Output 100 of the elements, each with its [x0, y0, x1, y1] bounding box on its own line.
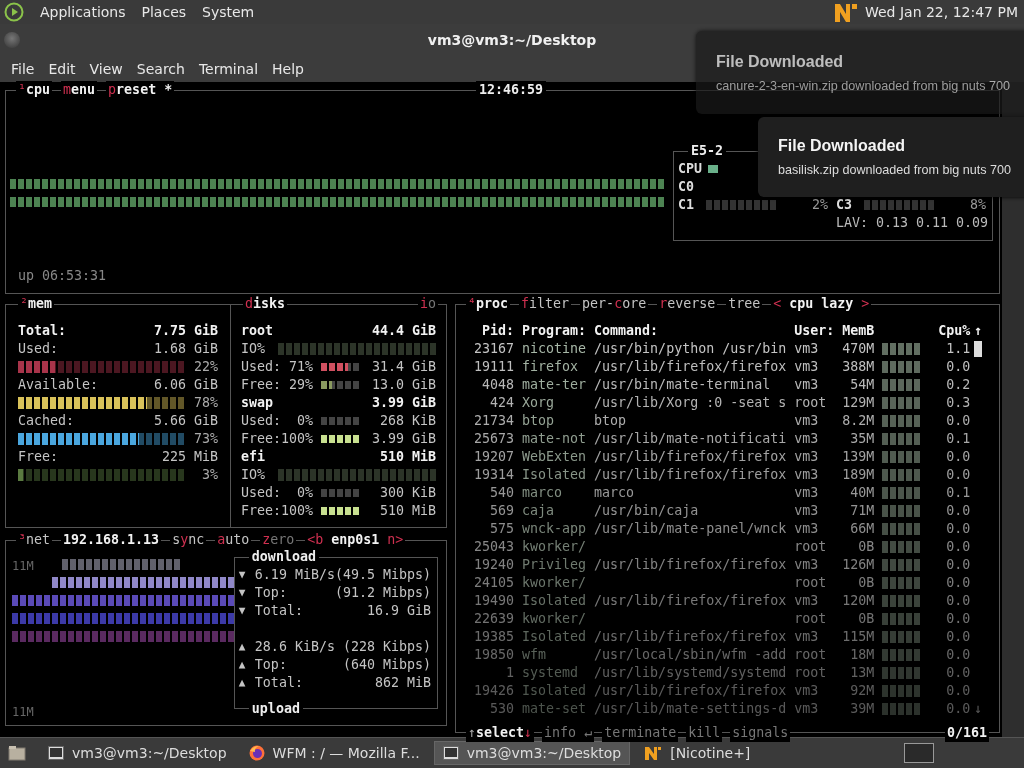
memory-cell-text: 470M [841, 340, 875, 358]
user-cell-text: vm3 [794, 502, 820, 520]
cpu-cell-text: 0.0 [945, 358, 971, 376]
command-cell: /usr/lib/firefox/firefox [594, 593, 787, 608]
disk-usage-label: Used: [241, 484, 281, 502]
cpu-cell-text: 0.0 [945, 646, 971, 664]
program-cell-text: btop [522, 412, 556, 430]
cpu-cell-text: 0.0 [945, 448, 971, 466]
program-cell-text: mate-not [522, 430, 588, 448]
core-percent: 8% [970, 196, 987, 214]
process-action[interactable]: info ↵ [542, 724, 595, 742]
cpu-cell-text: 0.0 [945, 610, 971, 628]
user-cell-text: root [794, 574, 828, 592]
upload-label: Total: [254, 674, 304, 692]
upload-value: (640 Mibps) [342, 656, 431, 674]
box-tab[interactable]: p reset * [106, 81, 175, 99]
command-cell: /usr/lib/mate-panel/wnck [594, 521, 787, 536]
command-cell: /usr/lib/firefox/firefox [594, 683, 787, 698]
cpu-cell-text: 0.3 [945, 394, 971, 412]
user-cell-text: vm3 [794, 412, 820, 430]
taskbar-button[interactable]: vm3@vm3:~/Desktop [40, 741, 235, 765]
column-header[interactable]: Cpu% [930, 322, 971, 340]
memory-cell-text: 189M [841, 466, 875, 484]
menu-item[interactable]: View [82, 61, 130, 77]
program-cell-text: WebExten [522, 448, 588, 466]
scroll-up-arrow[interactable]: ↑ [970, 322, 987, 340]
menu-item[interactable]: Search [129, 61, 192, 77]
upload-label: 28.6 KiB/s [254, 638, 336, 656]
memory-cell-text: 0B [857, 610, 875, 628]
user-cell-text: vm3 [794, 682, 820, 700]
notification-text: basilisk.zip downloaded from big nuts 700 [778, 163, 1013, 177]
box-tab[interactable]: ⁴ proc [466, 295, 511, 313]
memory-value: 5.66 GiB [153, 412, 218, 430]
user-cell-text: vm3 [794, 466, 820, 484]
box-tab[interactable]: < cpu lazy > [771, 295, 872, 313]
disk-size: 44.4 GiB [371, 322, 436, 340]
select-control[interactable]: ↑select↓ [466, 724, 535, 742]
process-cpu-graph [882, 343, 923, 355]
taskbar-button[interactable]: WFM : / — Mozilla F... [240, 741, 428, 765]
panel-menu[interactable]: Applications [32, 4, 134, 20]
disk-usage-label: Free: [241, 430, 281, 448]
core-percent: 2% [812, 196, 829, 214]
cpu-cell-text: 0.1 [945, 430, 971, 448]
menu-item[interactable]: Help [265, 61, 311, 77]
column-header[interactable]: User: [794, 322, 835, 340]
core-usage-bar [864, 200, 936, 210]
pid-cell-text: 21734 [473, 412, 515, 430]
process-action[interactable]: signals [730, 724, 791, 742]
user-cell-text: vm3 [794, 520, 820, 538]
panel-menu[interactable]: System [194, 4, 263, 20]
memory-value: 1.68 GiB [153, 340, 218, 358]
panel-menu[interactable]: Places [133, 4, 195, 20]
column-header[interactable]: Command: [594, 322, 795, 340]
process-cpu-graph [882, 631, 923, 643]
program-cell-text: mate-set [522, 700, 588, 718]
upload-arrow: ▲ [238, 639, 247, 655]
command-cell: /usr/lib/mate-notificati [594, 431, 787, 446]
disk-usage-label: Used: [241, 358, 281, 376]
process-action[interactable]: kill [686, 724, 723, 742]
column-header[interactable]: Program: [522, 322, 595, 340]
menu-item[interactable]: File [4, 61, 42, 77]
cpu-cell-text: 0.0 [945, 538, 971, 556]
core-label: C0 [678, 178, 695, 196]
taskbar-button[interactable]: vm3@vm3:~/Desktop [433, 741, 631, 765]
memory-cell-text: 71M [849, 502, 875, 520]
memory-label: Free: [18, 448, 59, 466]
command-cell: /usr/lib/firefox/firefox [594, 359, 787, 374]
memory-cell-text: 92M [849, 682, 875, 700]
box-tab[interactable]: <b enp0s1 n> [305, 531, 406, 549]
column-header[interactable]: MemB [834, 322, 875, 340]
user-cell-text: vm3 [794, 484, 820, 502]
load-average: LAV: 0.13 0.11 0.09 [835, 214, 988, 232]
command-cell: /usr/lib/systemd/systemd [594, 665, 787, 680]
memory-percent: 3% [202, 466, 218, 484]
disk-usage-value: 13.0 GiB [371, 376, 436, 394]
cpu-cell-text: 1.1 [945, 340, 971, 358]
pid-cell-text: 19240 [473, 556, 515, 574]
process-cpu-graph [882, 451, 923, 463]
user-cell-text: vm3 [794, 628, 820, 646]
distro-logo-icon[interactable] [4, 2, 24, 22]
panel-clock[interactable]: Wed Jan 22, 12:47 PM [864, 4, 1024, 20]
column-header[interactable]: Pid: [466, 322, 515, 340]
taskbar-button[interactable]: [Nicotine+] [636, 741, 759, 765]
notification-card[interactable]: File Downloaded canure-2-3-en-win.zip downloaded from big nuts 700 [696, 31, 1024, 114]
process-action[interactable]: terminate [602, 724, 679, 742]
notification-card[interactable]: File Downloaded basilisk.zip downloaded from big nuts 700 [758, 117, 1024, 197]
program-cell-text: Xorg [522, 394, 556, 412]
disk-usage-value: 510 MiB [379, 502, 436, 520]
user-cell-text: vm3 [794, 430, 820, 448]
menu-item[interactable]: Edit [41, 61, 83, 77]
pid-cell-text: 19385 [473, 628, 515, 646]
menu-item[interactable]: Terminal [191, 61, 266, 77]
box-tab[interactable]: ¹ cpu [16, 81, 53, 99]
scrollbar-thumb[interactable] [974, 341, 983, 357]
user-cell-text: vm3 [794, 376, 820, 394]
program-cell-text: wfm [522, 646, 548, 664]
core-label: CPU [678, 160, 702, 178]
program-cell-text: wnck-app [522, 520, 588, 538]
workspace-switcher-icon[interactable] [904, 743, 934, 763]
command-cell: /usr/bin/python /usr/bin [594, 341, 787, 356]
